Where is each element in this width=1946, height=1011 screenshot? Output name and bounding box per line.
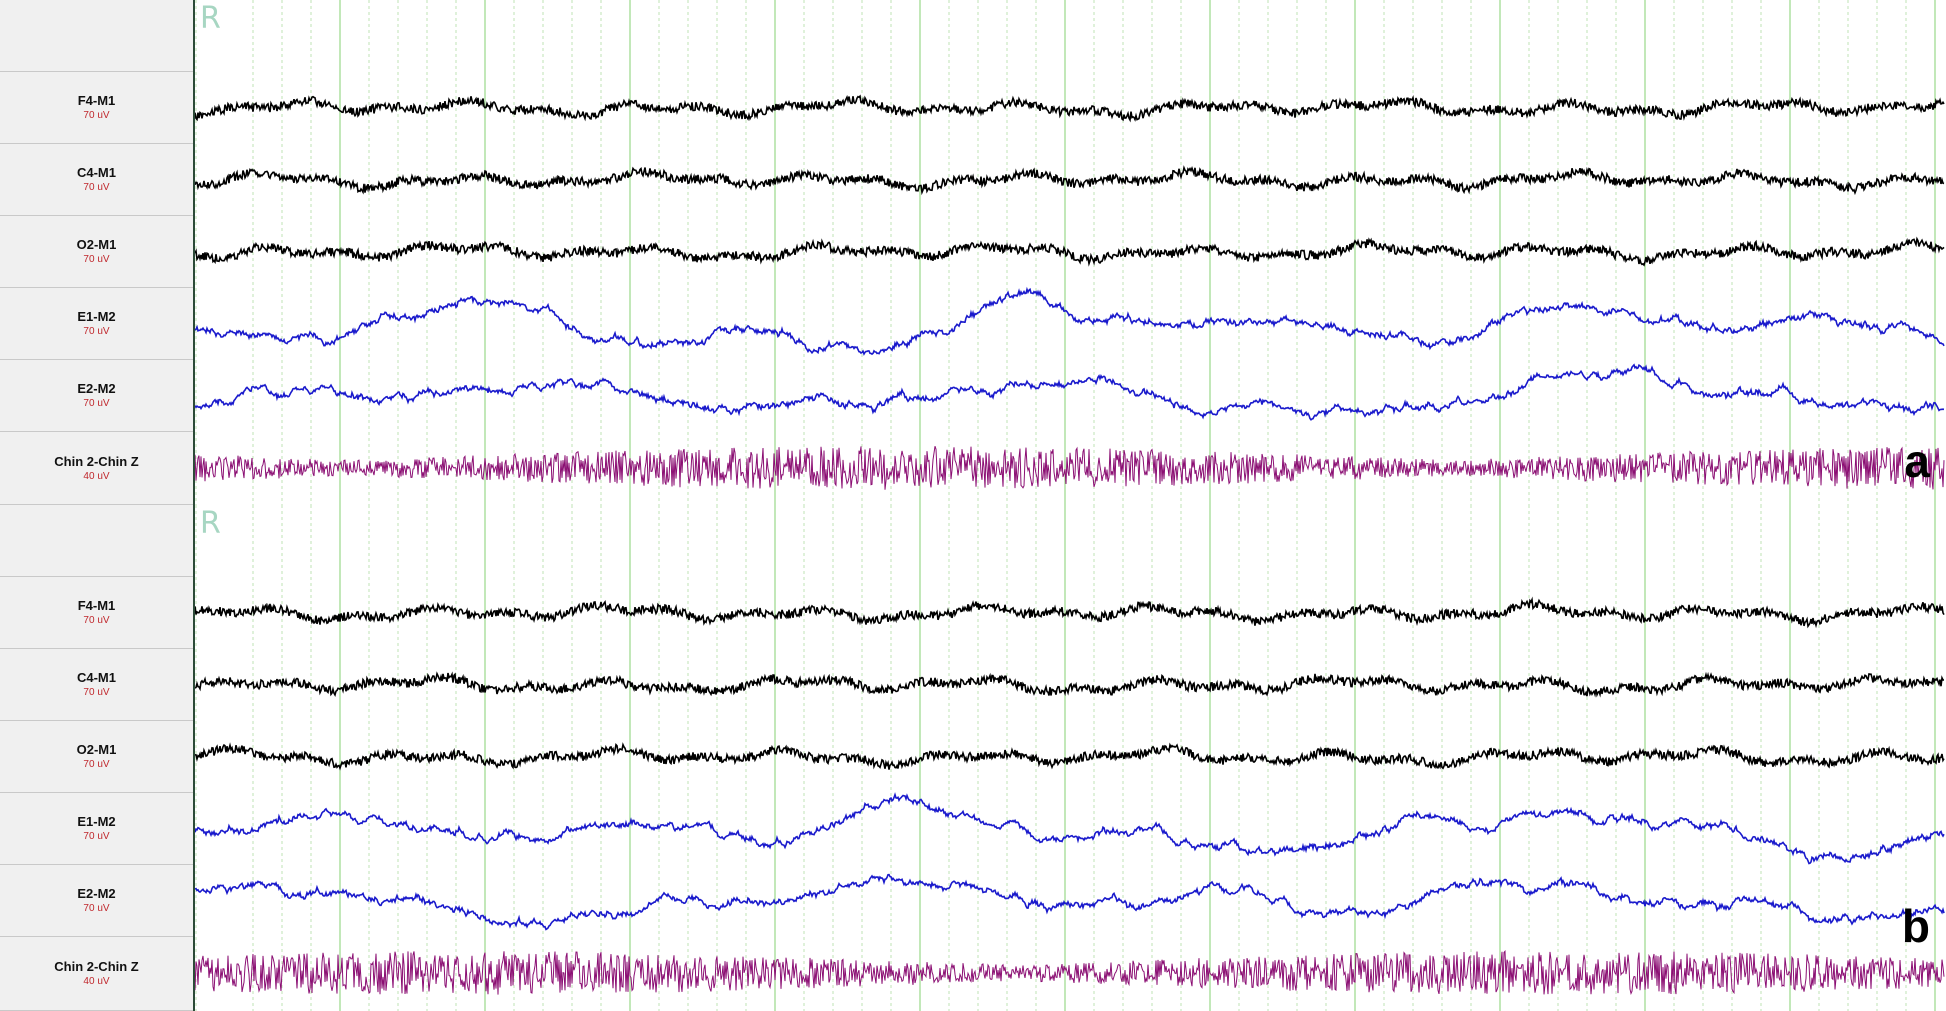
- panel-label: b: [1901, 900, 1930, 952]
- channel-name: E2-M2: [77, 886, 116, 901]
- channel-label-c4-m1[interactable]: C4-M1 70 uV: [0, 649, 193, 721]
- channel-scale: 70 uV: [83, 903, 110, 914]
- channel-label-f4-m1[interactable]: F4-M1 70 uV: [0, 72, 193, 144]
- epoch-panel-a: F4-M1 70 uV C4-M1 70 uV O2-M1 70 uV E1-M…: [0, 0, 1946, 505]
- trace-e1-m2: [195, 286, 1945, 356]
- channel-label-column: F4-M1 70 uV C4-M1 70 uV O2-M1 70 uV E1-M…: [0, 0, 195, 505]
- channel-name: E2-M2: [77, 381, 116, 396]
- channel-label-e1-m2[interactable]: E1-M2 70 uV: [0, 288, 193, 360]
- channel-scale: 70 uV: [83, 759, 110, 770]
- trace-area-b[interactable]: [195, 505, 1946, 1011]
- channel-scale: 70 uV: [83, 687, 110, 698]
- trace-e2-m2: [195, 363, 1945, 421]
- channel-name: Chin 2-Chin Z: [54, 453, 139, 469]
- polysomnography-viewer: F4-M1 70 uV C4-M1 70 uV O2-M1 70 uV E1-M…: [0, 0, 1946, 1011]
- channel-scale: 70 uV: [83, 254, 110, 265]
- channel-label-e1-m2[interactable]: E1-M2 70 uV: [0, 793, 193, 865]
- trace-f4-m1: [195, 596, 1945, 629]
- channel-scale: 70 uV: [83, 615, 110, 626]
- channel-name: E1-M2: [77, 814, 116, 829]
- rem-marker: R: [200, 506, 221, 541]
- channel-name: F4-M1: [77, 93, 116, 108]
- trace-chin-2-chin-z: [195, 446, 1945, 490]
- trace-o2-m1: [195, 236, 1945, 267]
- channel-scale: 40 uV: [83, 976, 110, 987]
- channel-name: O2-M1: [76, 742, 117, 757]
- channel-scale: 70 uV: [83, 326, 110, 337]
- epoch-panel-b: F4-M1 70 uV C4-M1 70 uV O2-M1 70 uV E1-M…: [0, 505, 1946, 1011]
- channel-name: F4-M1: [77, 598, 116, 613]
- channel-name: E1-M2: [77, 309, 116, 324]
- channel-label-chin[interactable]: Chin 2-Chin Z 40 uV: [0, 432, 193, 505]
- channel-scale: 70 uV: [83, 110, 110, 121]
- trace-e1-m2: [195, 792, 1945, 865]
- trace-o2-m1: [195, 742, 1945, 771]
- trace-e2-m2: [195, 873, 1945, 931]
- rem-marker: R: [200, 1, 221, 36]
- channel-scale: 70 uV: [83, 182, 110, 193]
- channel-name: C4-M1: [76, 670, 116, 685]
- channel-scale: 70 uV: [83, 398, 110, 409]
- trace-chin-2-chin-z: [195, 950, 1945, 995]
- panel-label: a: [1904, 435, 1930, 487]
- channel-scale: 40 uV: [83, 470, 110, 482]
- header-spacer: [0, 0, 193, 72]
- trace-c4-m1: [195, 165, 1945, 196]
- channel-label-f4-m1[interactable]: F4-M1 70 uV: [0, 577, 193, 649]
- channel-label-e2-m2[interactable]: E2-M2 70 uV: [0, 865, 193, 937]
- header-spacer: [0, 505, 193, 577]
- channel-label-o2-m1[interactable]: O2-M1 70 uV: [0, 721, 193, 793]
- channel-label-e2-m2[interactable]: E2-M2 70 uV: [0, 360, 193, 432]
- channel-label-c4-m1[interactable]: C4-M1 70 uV: [0, 144, 193, 216]
- channel-label-column: F4-M1 70 uV C4-M1 70 uV O2-M1 70 uV E1-M…: [0, 505, 195, 1011]
- channel-label-chin[interactable]: Chin 2-Chin Z 40 uV: [0, 937, 193, 1011]
- channel-name: C4-M1: [76, 165, 116, 180]
- channel-name: Chin 2-Chin Z: [54, 959, 139, 974]
- trace-f4-m1: [195, 94, 1945, 123]
- channel-name: O2-M1: [76, 237, 117, 252]
- trace-area-a[interactable]: [195, 0, 1946, 505]
- channel-scale: 70 uV: [83, 831, 110, 842]
- trace-c4-m1: [195, 671, 1944, 698]
- channel-label-o2-m1[interactable]: O2-M1 70 uV: [0, 216, 193, 288]
